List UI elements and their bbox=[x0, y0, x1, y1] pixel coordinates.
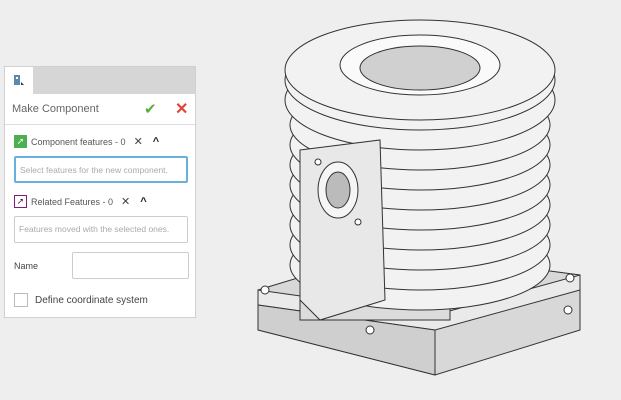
component-features-label: Component features - 0 bbox=[31, 136, 126, 147]
close-icon[interactable]: ✕ bbox=[175, 99, 188, 119]
panel-tab-bar bbox=[5, 67, 195, 94]
related-features-label: Related Features - 0 bbox=[31, 196, 114, 207]
collapse-icon[interactable]: ^ bbox=[153, 136, 159, 148]
make-component-panel: Make Component ✔ ✕ ➚ Component features … bbox=[4, 66, 196, 318]
panel-title: Make Component bbox=[12, 103, 99, 115]
panel-header: Make Component ✔ ✕ bbox=[5, 94, 195, 125]
clear-icon[interactable]: ✕ bbox=[134, 135, 143, 148]
component-features-input[interactable]: Select features for the new component. bbox=[14, 156, 188, 183]
collapse-icon[interactable]: ^ bbox=[140, 196, 146, 208]
related-features-section: ➚ Related Features - 0 ✕ ^ bbox=[14, 195, 147, 208]
name-label: Name bbox=[14, 261, 39, 271]
related-features-input[interactable]: Features moved with the selected ones. bbox=[14, 216, 188, 243]
define-coordinate-system-checkbox[interactable] bbox=[14, 293, 28, 307]
name-input[interactable] bbox=[72, 252, 189, 279]
select-arrow-icon[interactable]: ➚ bbox=[14, 195, 27, 208]
make-component-icon bbox=[14, 74, 24, 85]
3d-model-viewport[interactable] bbox=[240, 0, 620, 400]
checkmark-icon[interactable]: ✔ bbox=[144, 100, 157, 118]
make-component-tab[interactable] bbox=[5, 67, 33, 94]
clear-icon[interactable]: ✕ bbox=[121, 195, 130, 208]
engine-cylinder-model bbox=[257, 19, 581, 376]
component-features-section: ➚ Component features - 0 ✕ ^ bbox=[14, 135, 159, 148]
select-arrow-icon[interactable]: ➚ bbox=[14, 135, 27, 148]
define-coordinate-system-label: Define coordinate system bbox=[35, 295, 148, 306]
